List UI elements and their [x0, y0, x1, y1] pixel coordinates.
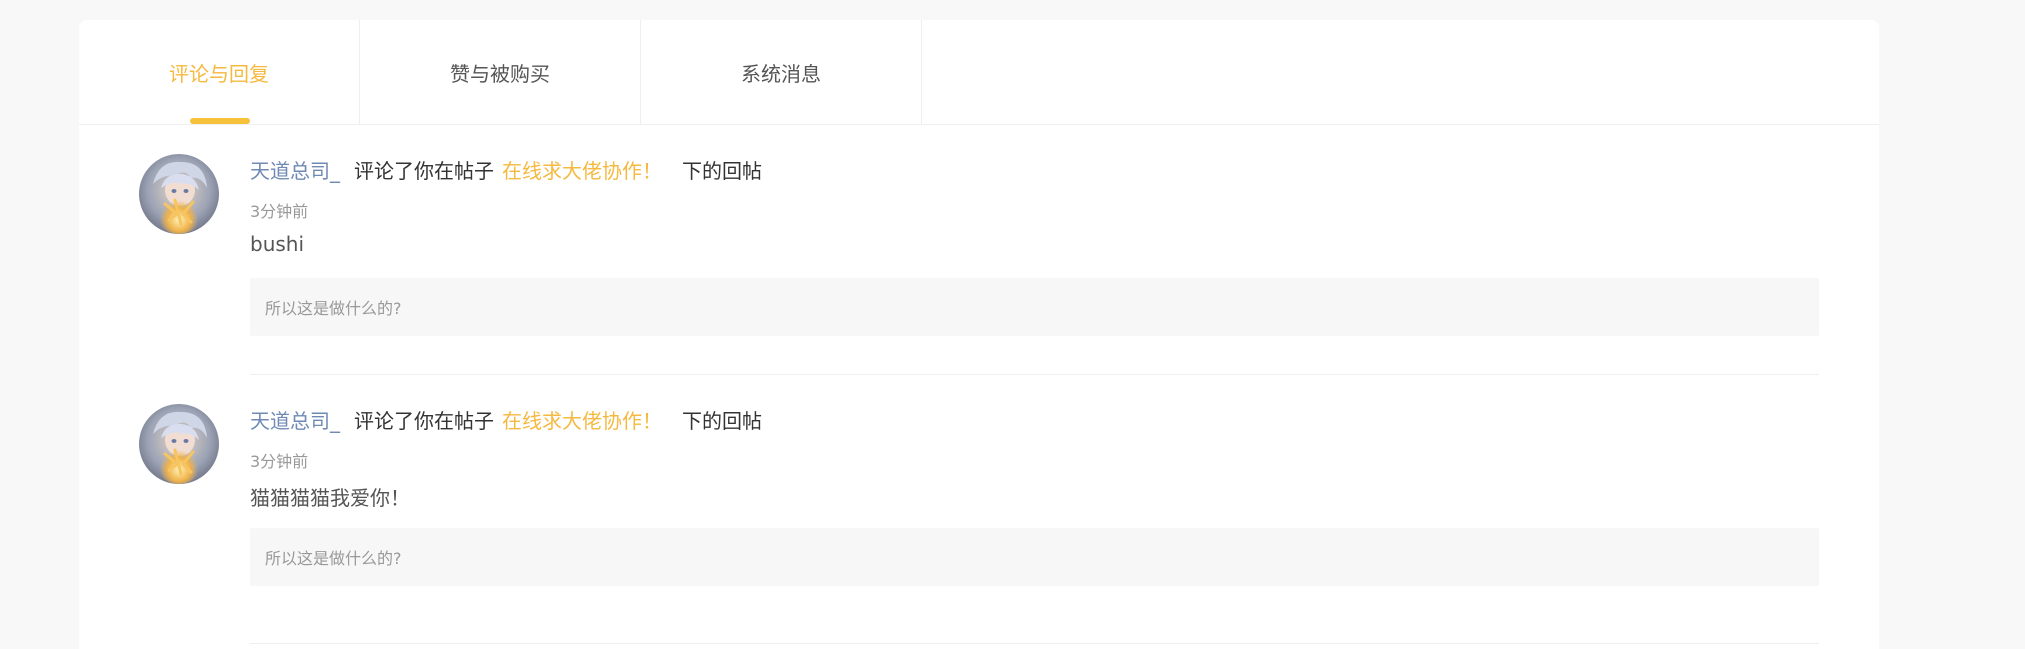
timestamp: 3分钟前 [250, 452, 309, 471]
quoted-reply[interactable]: 所以这是做什么的? [250, 278, 1819, 336]
notifications-card: 评论与回复 赞与被购买 系统消息 天道总司_ 评论了你在帖子 在线求大佬协作！ … [79, 20, 1879, 649]
tab-label: 赞与被购买 [450, 61, 550, 86]
quoted-reply-text: 所以这是做什么的? [265, 549, 402, 568]
message-item: 天道总司_ 评论了你在帖子 在线求大佬协作！ 下的回帖 3分钟前 bushi 所… [79, 124, 1879, 375]
tab-comments-replies[interactable]: 评论与回复 [79, 20, 360, 124]
comment-content: 猫猫猫猫我爱你！ [250, 486, 410, 510]
comment-content: bushi [250, 232, 305, 256]
message-tabs: 评论与回复 赞与被购买 系统消息 [79, 20, 1879, 125]
divider [250, 643, 1819, 644]
post-title-link[interactable]: 在线求大佬协作！ [502, 155, 662, 184]
avatar-image [139, 404, 219, 484]
username-link[interactable]: 天道总司_ [250, 405, 340, 434]
avatar-image [139, 154, 219, 234]
action-text: 评论了你在帖子 [354, 408, 494, 433]
tab-label: 评论与回复 [169, 61, 269, 86]
suffix-text: 下的回帖 [682, 408, 762, 433]
suffix-text: 下的回帖 [682, 158, 762, 183]
post-title-link[interactable]: 在线求大佬协作！ [502, 405, 662, 434]
username-link[interactable]: 天道总司_ [250, 155, 340, 184]
avatar[interactable] [139, 404, 219, 484]
tab-label: 系统消息 [741, 61, 821, 86]
message-headline: 天道总司_ 评论了你在帖子 在线求大佬协作！ 下的回帖 [250, 404, 762, 434]
tab-likes-purchases[interactable]: 赞与被购买 [360, 20, 641, 124]
message-headline: 天道总司_ 评论了你在帖子 在线求大佬协作！ 下的回帖 [250, 154, 762, 184]
quoted-reply-text: 所以这是做什么的? [265, 299, 402, 318]
quoted-reply[interactable]: 所以这是做什么的? [250, 528, 1819, 586]
action-text: 评论了你在帖子 [354, 158, 494, 183]
avatar[interactable] [139, 154, 219, 234]
timestamp: 3分钟前 [250, 202, 309, 221]
tab-system-messages[interactable]: 系统消息 [641, 20, 922, 124]
message-item: 天道总司_ 评论了你在帖子 在线求大佬协作！ 下的回帖 3分钟前 猫猫猫猫我爱你… [79, 374, 1879, 644]
